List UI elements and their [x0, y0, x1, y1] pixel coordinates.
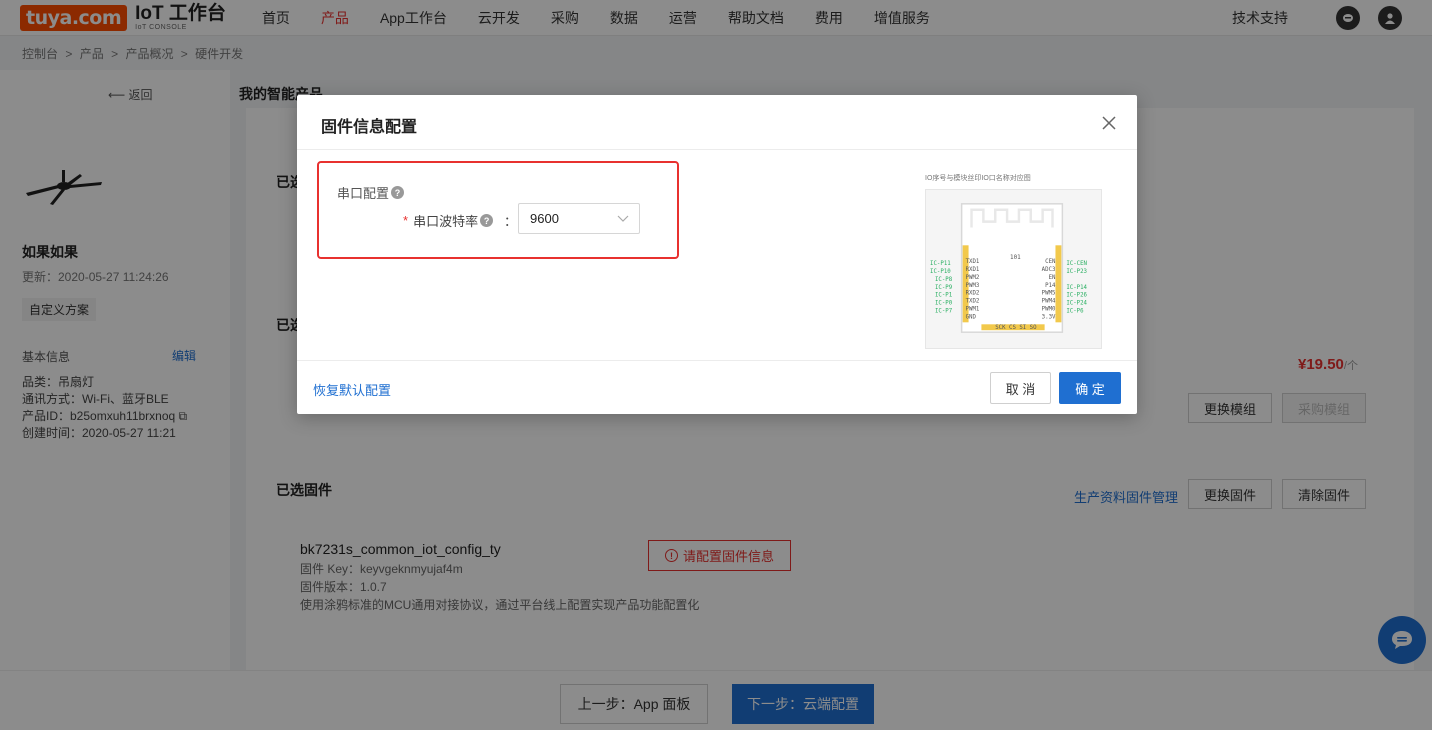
confirm-button[interactable]: 确 定 [1059, 372, 1121, 404]
baud-rate-value: 9600 [530, 211, 559, 226]
firmware-config-modal: 固件信息配置 串口配置 ? * 串口波特率 ? ： 9600 IO序号与模块丝印… [297, 95, 1137, 414]
left-io: IC-P8 [935, 277, 953, 283]
right-io: IC-P6 [1066, 308, 1084, 314]
left-io: IC-P1 [935, 293, 953, 299]
modal-header: 固件信息配置 [297, 95, 1137, 150]
chevron-down-icon [617, 215, 629, 222]
right-io: IC-P14 [1066, 285, 1087, 291]
right-pin: PWM4 [1042, 299, 1056, 305]
right-io: IC-P23 [1066, 269, 1087, 275]
baud-rate-label-text: 串口波特率 [413, 214, 479, 229]
left-pin: RXD1 [966, 267, 980, 273]
left-pin: TXD1 [966, 259, 980, 265]
right-pin: ADC3 [1042, 267, 1056, 273]
required-marker: * [403, 213, 409, 228]
serial-config-label: 串口配置 [337, 186, 390, 201]
left-pin: PWM3 [966, 283, 980, 289]
left-pin: TXD2 [966, 299, 980, 305]
restore-default-link[interactable]: 恢复默认配置 [313, 380, 391, 399]
help-icon[interactable]: ? [391, 186, 405, 199]
field-colon: ： [504, 214, 518, 229]
right-io: IC-CEN [1066, 261, 1087, 267]
left-io: IC-P10 [930, 269, 951, 275]
left-pin: PWM1 [966, 306, 980, 312]
right-pin: EN [1049, 275, 1056, 281]
right-pin: PWM5 [1042, 291, 1056, 297]
cancel-button[interactable]: 取 消 [990, 372, 1051, 404]
chip-id: 101 [1010, 255, 1021, 261]
right-io: IC-P24 [1066, 301, 1087, 307]
right-pin: P14 [1045, 283, 1056, 289]
baud-rate-select[interactable]: 9600 [518, 203, 640, 234]
left-io: IC-P9 [935, 285, 953, 291]
diagram-caption: IO序号与模块丝印IO口名称对应图 [925, 175, 1031, 182]
left-pin: RXD2 [966, 291, 980, 297]
left-pin: GND [966, 314, 977, 320]
left-io: IC-P11 [930, 261, 951, 267]
right-pin: CEN [1045, 259, 1056, 265]
bottom-pins: SCK CS SI SO [995, 325, 1037, 331]
right-io: IC-P26 [1066, 293, 1087, 299]
left-io: IC-P0 [935, 301, 953, 307]
modal-footer: 恢复默认配置 取 消 确 定 [297, 360, 1137, 414]
right-pin: 3.3V [1042, 314, 1056, 320]
close-icon[interactable] [1099, 113, 1119, 133]
left-pin: PWM2 [966, 275, 980, 281]
module-pin-diagram: 101 TXD1 RXD1 PWM2 PWM3 RXD2 TXD2 PWM1 G… [925, 189, 1102, 349]
right-pin: PWM0 [1042, 306, 1056, 312]
help-icon[interactable]: ? [480, 214, 494, 227]
left-io: IC-P7 [935, 308, 953, 314]
modal-title: 固件信息配置 [321, 119, 418, 136]
serial-config-section: 串口配置 ? [337, 183, 405, 202]
baud-rate-label: * 串口波特率 ? [403, 211, 494, 230]
